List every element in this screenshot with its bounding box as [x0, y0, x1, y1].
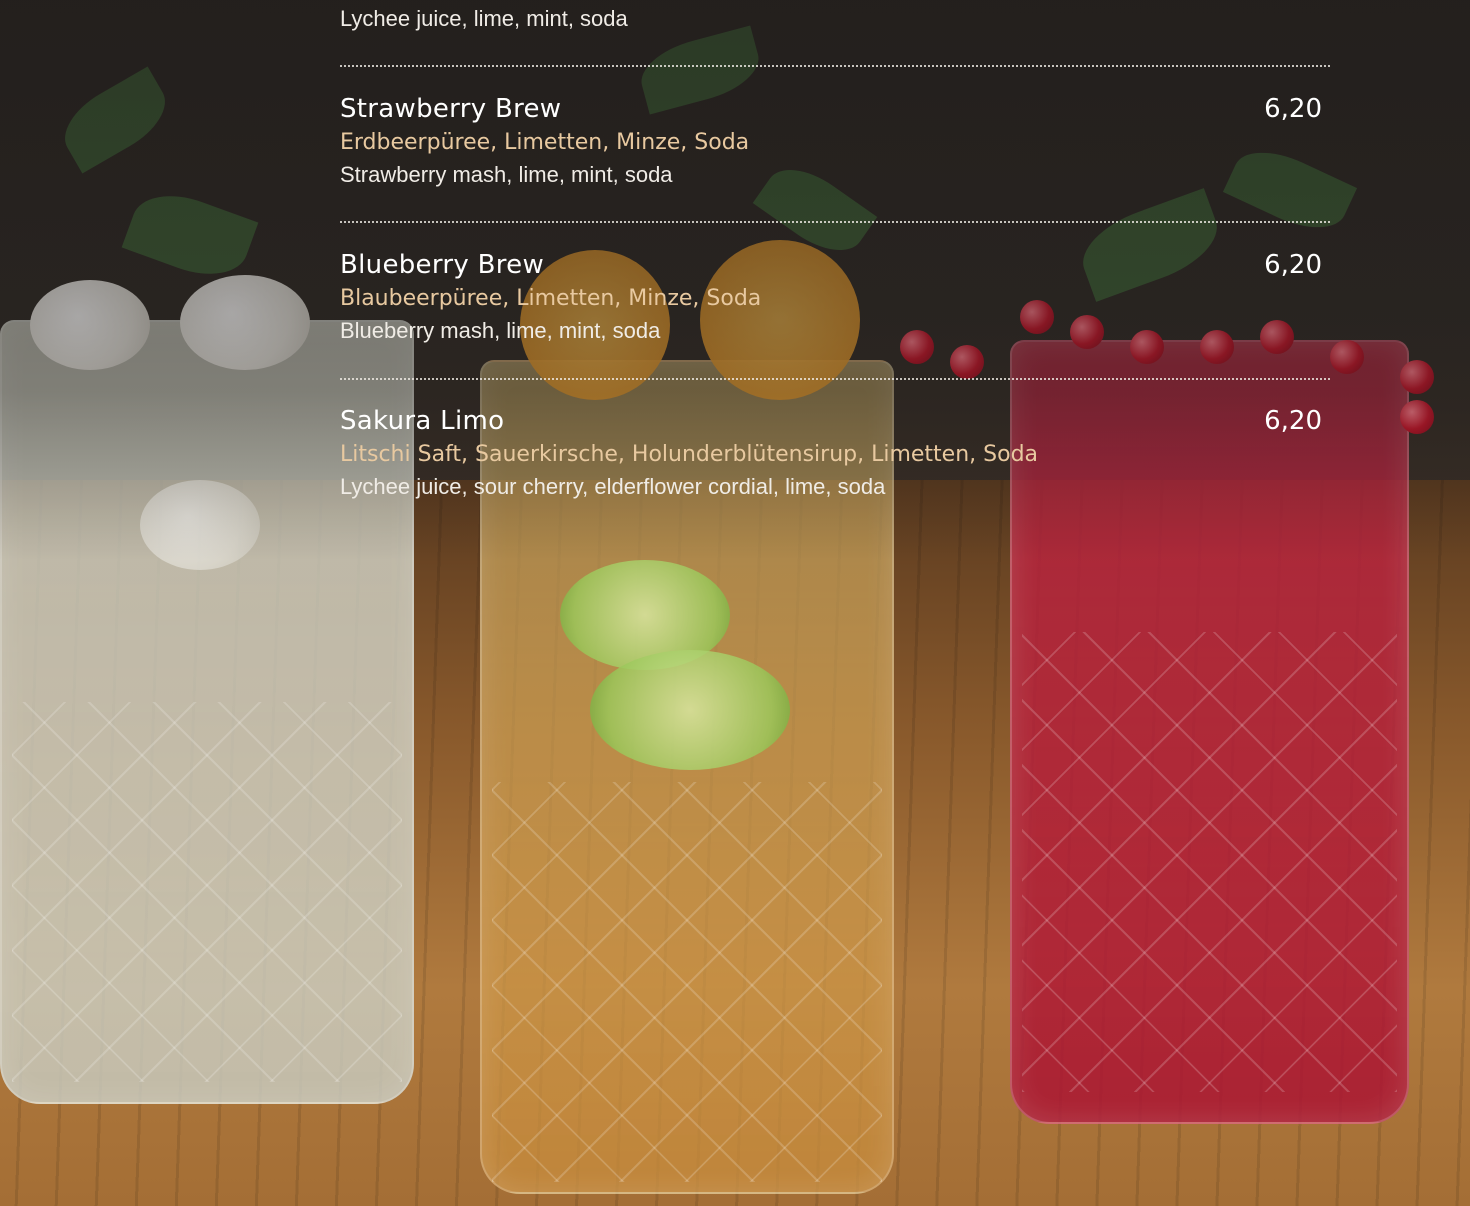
partial-item-english-ingredients: Lychee juice, lime, mint, soda [340, 6, 628, 31]
item-name: Strawberry Brew [340, 94, 562, 124]
item-english-ingredients: Lychee juice, sour cherry, elderflower c… [340, 474, 886, 499]
item-german-ingredients: Blaubeerpüree, Limetten, Minze, Soda [340, 286, 762, 311]
glass-cut-pattern [12, 702, 402, 1082]
item-divider [340, 221, 1330, 223]
glass-cut-pattern [492, 782, 882, 1182]
glass-cut-pattern [1022, 632, 1397, 1092]
item-english-ingredients: Strawberry mash, lime, mint, soda [340, 162, 673, 187]
lime-slice [590, 650, 790, 770]
item-german-ingredients: Litschi Saft, Sauerkirsche, Holunderblüt… [340, 442, 1039, 467]
item-divider [340, 378, 1330, 380]
item-english-ingredients: Blueberry mash, lime, mint, soda [340, 318, 661, 343]
menu-page: Lychee juice, lime, mint, soda Strawberr… [0, 0, 1470, 1206]
item-divider [340, 65, 1330, 67]
item-price: 6,20 [1264, 406, 1322, 436]
item-price: 6,20 [1264, 94, 1322, 124]
item-name: Sakura Limo [340, 406, 505, 436]
item-name: Blueberry Brew [340, 250, 545, 280]
item-german-ingredients: Erdbeerpüree, Limetten, Minze, Soda [340, 130, 750, 155]
item-price: 6,20 [1264, 250, 1322, 280]
